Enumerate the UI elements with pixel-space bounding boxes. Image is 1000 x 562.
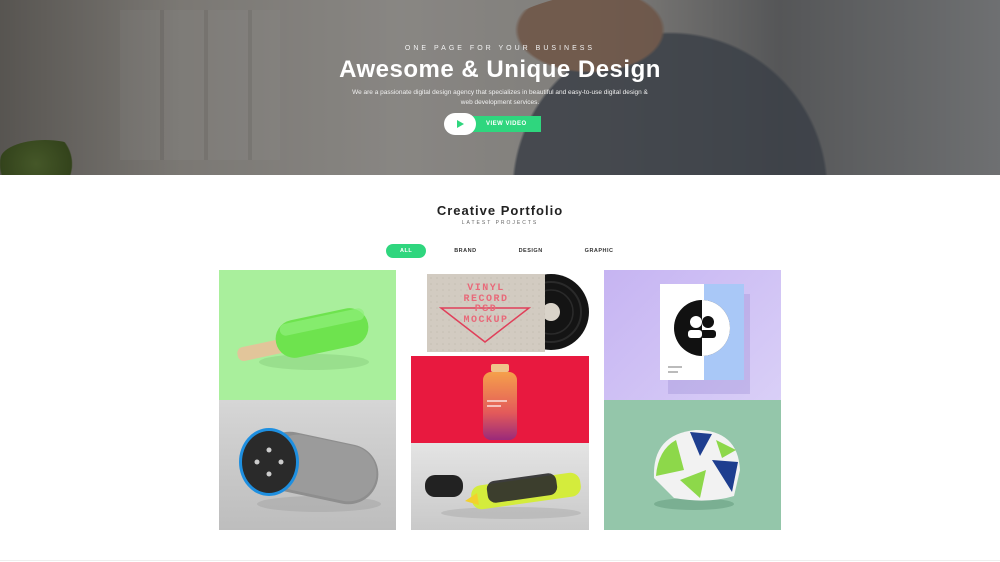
highlighter-image [425,472,581,519]
filter-design[interactable]: DESIGN [505,244,557,258]
play-button[interactable] [444,113,476,135]
portfolio-item-highlighter[interactable] [411,443,589,530]
hero-section: ONE PAGE FOR YOUR BUSINESS Awesome & Uni… [0,0,1000,175]
helmet-image [653,430,740,510]
portfolio-title: Creative Portfolio [436,203,564,218]
portfolio-item-popsicle[interactable] [219,270,396,400]
bottle-image [483,364,517,440]
popsicle-image [237,308,369,370]
portfolio-item-poster[interactable] [604,270,781,400]
portfolio-filters: ALL BRAND DESIGN GRAPHIC [386,244,642,258]
portfolio-item-vinyl[interactable]: VINYL RECORD PSD MOCKUP [411,270,589,356]
section-divider [0,560,1000,561]
vinyl-text-line: VINYL [467,283,505,294]
hero-tagline: ONE PAGE FOR YOUR BUSINESS [404,45,596,52]
play-icon [457,120,464,128]
portfolio-item-speaker[interactable] [219,400,396,530]
vinyl-mockup-text: VINYL RECORD PSD MOCKUP [437,283,535,326]
portfolio-item-helmet[interactable] [604,400,781,530]
view-video-label[interactable]: VIEW VIDEO [466,116,541,132]
filter-graphic[interactable]: GRAPHIC [571,244,628,258]
filter-all[interactable]: ALL [386,244,427,258]
portfolio-item-bottle[interactable] [411,356,589,443]
hero-title: Awesome & Unique Design [339,56,661,83]
view-video-button[interactable]: VIEW VIDEO [444,113,541,135]
hero-description: We are a passionate digital design agenc… [352,89,648,106]
speaker-image [239,428,381,512]
vinyl-text-line: PSD [474,304,498,315]
poster-image [660,284,750,394]
vinyl-text-line: MOCKUP [463,314,509,326]
filter-brand[interactable]: BRAND [440,244,490,258]
portfolio-subtitle: LATEST PROJECTS [461,220,539,226]
